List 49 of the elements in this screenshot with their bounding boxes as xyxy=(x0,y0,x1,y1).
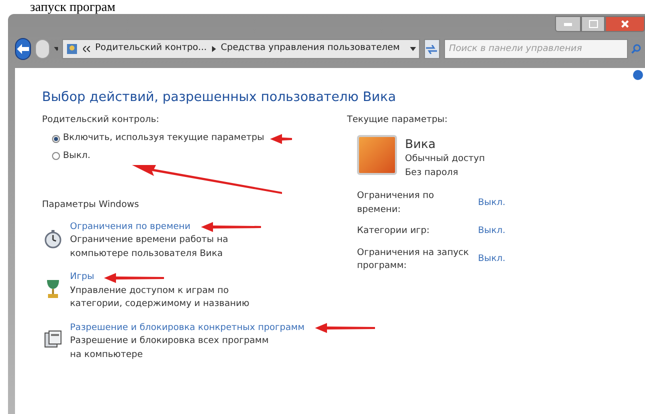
maximize-button[interactable] xyxy=(581,16,605,32)
address-bar[interactable]: Родительский контро... Средства управления пользователем xyxy=(62,39,420,59)
setting-name: Ограничения по времени: xyxy=(357,190,436,216)
settings-link[interactable]: Игры xyxy=(70,271,94,284)
dropdown-caret-icon xyxy=(54,47,58,51)
user-account-info: Обычный доступ xyxy=(405,153,485,166)
trophy-icon xyxy=(45,279,61,299)
section-label: Родительский контроль: xyxy=(42,114,160,126)
user-picture xyxy=(357,135,397,175)
arrow-drawing xyxy=(314,323,375,334)
radio-option[interactable]: Выкл. xyxy=(52,150,90,163)
arrow-drawing xyxy=(200,222,261,232)
breadcrumb-separator-icon xyxy=(212,46,216,52)
refresh-button[interactable] xyxy=(424,39,440,59)
settings-description: Ограничение времени работы на компьютере пользователя Вика xyxy=(70,234,230,260)
page-heading: Выбор действий, разрешенных пользователю Вика xyxy=(42,89,397,107)
search-icon xyxy=(630,44,641,54)
maximize-icon xyxy=(588,20,598,28)
close-icon xyxy=(621,20,629,28)
section-label: Текущие параметры: xyxy=(347,114,449,126)
user-account-info: Без пароля xyxy=(405,166,460,180)
refresh-arrows-icon xyxy=(426,44,438,54)
close-button[interactable] xyxy=(605,16,645,32)
breadcrumb-link[interactable]: Средства управления пользователем xyxy=(220,42,400,56)
settings-link[interactable]: Ограничения по времени xyxy=(70,220,191,234)
settings-description: Разрешение и блокировка всех программ на компьютере xyxy=(70,335,270,362)
arrow-drawing xyxy=(270,134,292,144)
arrow-drawing xyxy=(104,272,164,283)
radio-option[interactable]: Включить, используя текущие параметры xyxy=(52,132,264,146)
section-label: Параметры Windows xyxy=(42,199,140,212)
user-name: Вика xyxy=(405,136,437,153)
program-window-icon xyxy=(44,330,62,348)
setting-name: Ограничения на запуск программ: xyxy=(357,246,470,273)
setting-value: Выкл. xyxy=(478,253,506,266)
search-field[interactable]: Поиск в панели управления xyxy=(444,39,628,59)
setting-name: Категории игр: xyxy=(357,225,431,238)
back-arrow-icon xyxy=(17,44,30,54)
double-chevron-icon xyxy=(83,46,90,52)
caption-text: запуск програм xyxy=(30,0,116,14)
minimize-icon xyxy=(564,22,572,26)
settings-link[interactable]: Разрешение и блокировка конкретных программ xyxy=(70,322,305,335)
back-button[interactable] xyxy=(15,38,32,60)
minimize-button[interactable] xyxy=(555,16,581,32)
setting-value: Выкл. xyxy=(478,225,506,238)
settings-description: Управление доступом к играм по категории, содержимому и названию xyxy=(70,284,250,311)
dropdown-caret-icon xyxy=(410,47,416,51)
setting-value: Выкл. xyxy=(478,196,506,210)
stopwatch-icon xyxy=(43,228,63,248)
breadcrumb-link[interactable]: Родительский контро... xyxy=(95,42,207,56)
